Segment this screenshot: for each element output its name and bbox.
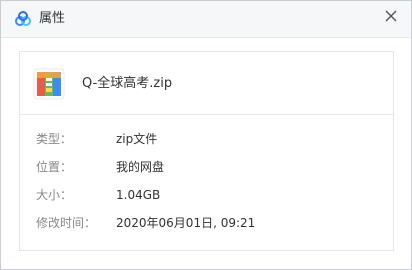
modified-time-label: 修改时间： (36, 216, 97, 230)
title-bar[interactable]: 属性 (1, 1, 411, 38)
dialog-title: 属性 (39, 11, 66, 26)
modified-time-value: 2020年06月01日, 09:21 (116, 216, 256, 230)
type-value: zip文件 (116, 132, 158, 146)
type-label: 类型： (36, 132, 73, 146)
properties-dialog: 属性 Q-全球高考.zip 类型： zip文件 位置： 我的网盘 大小： 1.0 (0, 0, 412, 270)
file-name: Q-全球高考.zip (82, 76, 173, 91)
zip-archive-icon (33, 68, 65, 100)
size-value: 1.04GB (116, 188, 161, 202)
file-header: Q-全球高考.zip (20, 52, 393, 115)
properties-panel: Q-全球高考.zip 类型： zip文件 位置： 我的网盘 大小： 1.04GB… (19, 51, 394, 251)
cloud-logo-icon (15, 11, 31, 26)
size-label: 大小： (36, 188, 73, 202)
location-value: 我的网盘 (116, 160, 165, 174)
close-icon[interactable] (381, 6, 401, 26)
location-label: 位置： (36, 160, 73, 174)
